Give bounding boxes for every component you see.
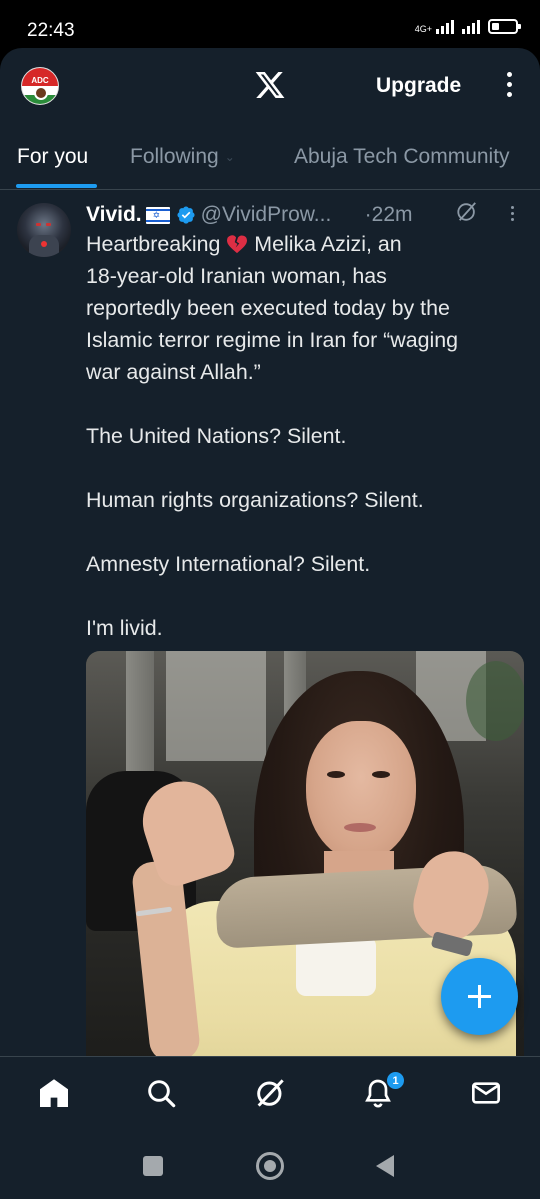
tab-following[interactable]: Following ⌄	[130, 145, 235, 169]
x-logo-icon[interactable]	[254, 69, 286, 101]
profile-avatar-button[interactable]: ADC	[21, 67, 59, 105]
tweet-author-name[interactable]: Vivid.	[86, 203, 142, 227]
tab-abuja-tech-community[interactable]: Abuja Tech Community	[294, 145, 510, 169]
bottom-navigation: 1	[0, 1056, 540, 1134]
notification-count-badge: 1	[386, 1071, 405, 1090]
timeline-tabs: For you Following ⌄ Abuja Tech Community	[0, 126, 540, 190]
recent-apps-button[interactable]	[143, 1156, 163, 1176]
network-type: 4G+	[414, 24, 432, 34]
tweet-more-icon[interactable]	[510, 206, 515, 224]
signal-icon-2	[462, 19, 480, 34]
tweet-text: Heartbreaking Melika Azizi, an 18-year-o…	[86, 228, 526, 644]
status-icons: 4G+	[414, 19, 521, 34]
status-bar: 22:43 4G+	[0, 0, 540, 48]
search-icon[interactable]	[145, 1077, 177, 1109]
back-button[interactable]	[376, 1155, 394, 1177]
status-time: 22:43	[27, 20, 75, 41]
tab-for-you[interactable]: For you	[17, 145, 88, 169]
system-navigation-bar	[0, 1134, 540, 1199]
signal-icon	[436, 19, 454, 34]
tweet-time[interactable]: ·22m	[365, 203, 413, 227]
battery-icon	[488, 19, 521, 34]
tweet-text-prefix: Heartbreaking	[86, 232, 227, 256]
verified-badge-icon	[177, 206, 195, 224]
logo-text: ADC	[31, 76, 49, 85]
messages-icon[interactable]	[470, 1077, 502, 1109]
tweet-separator: ·	[364, 203, 372, 226]
x-app: ADC Upgrade For you Following ⌄ Abuja Tec…	[0, 48, 540, 1199]
active-tab-indicator	[16, 184, 97, 188]
home-button[interactable]	[256, 1152, 284, 1180]
more-vertical-icon[interactable]	[505, 72, 513, 102]
chevron-down-icon[interactable]: ⌄	[225, 150, 235, 164]
tweet-timestamp: 22m	[371, 203, 413, 226]
israel-flag-icon: ✡	[145, 206, 170, 224]
tab-following-label: Following	[130, 145, 219, 168]
compose-button[interactable]	[441, 958, 518, 1035]
upgrade-button[interactable]: Upgrade	[376, 74, 461, 98]
tweet-author-handle[interactable]: @VividProw...	[201, 203, 357, 227]
broken-heart-icon	[227, 235, 248, 254]
home-icon[interactable]	[38, 1077, 70, 1109]
top-bar: ADC Upgrade	[0, 48, 540, 126]
tweet-author-avatar[interactable]	[17, 203, 71, 257]
grok-nav-icon[interactable]	[254, 1077, 286, 1109]
grok-icon[interactable]	[456, 201, 478, 223]
tweet-text-suffix: Melika Azizi, an	[248, 232, 402, 256]
tweet-text-body: 18-year-old Iranian woman, has reportedl…	[86, 264, 459, 640]
